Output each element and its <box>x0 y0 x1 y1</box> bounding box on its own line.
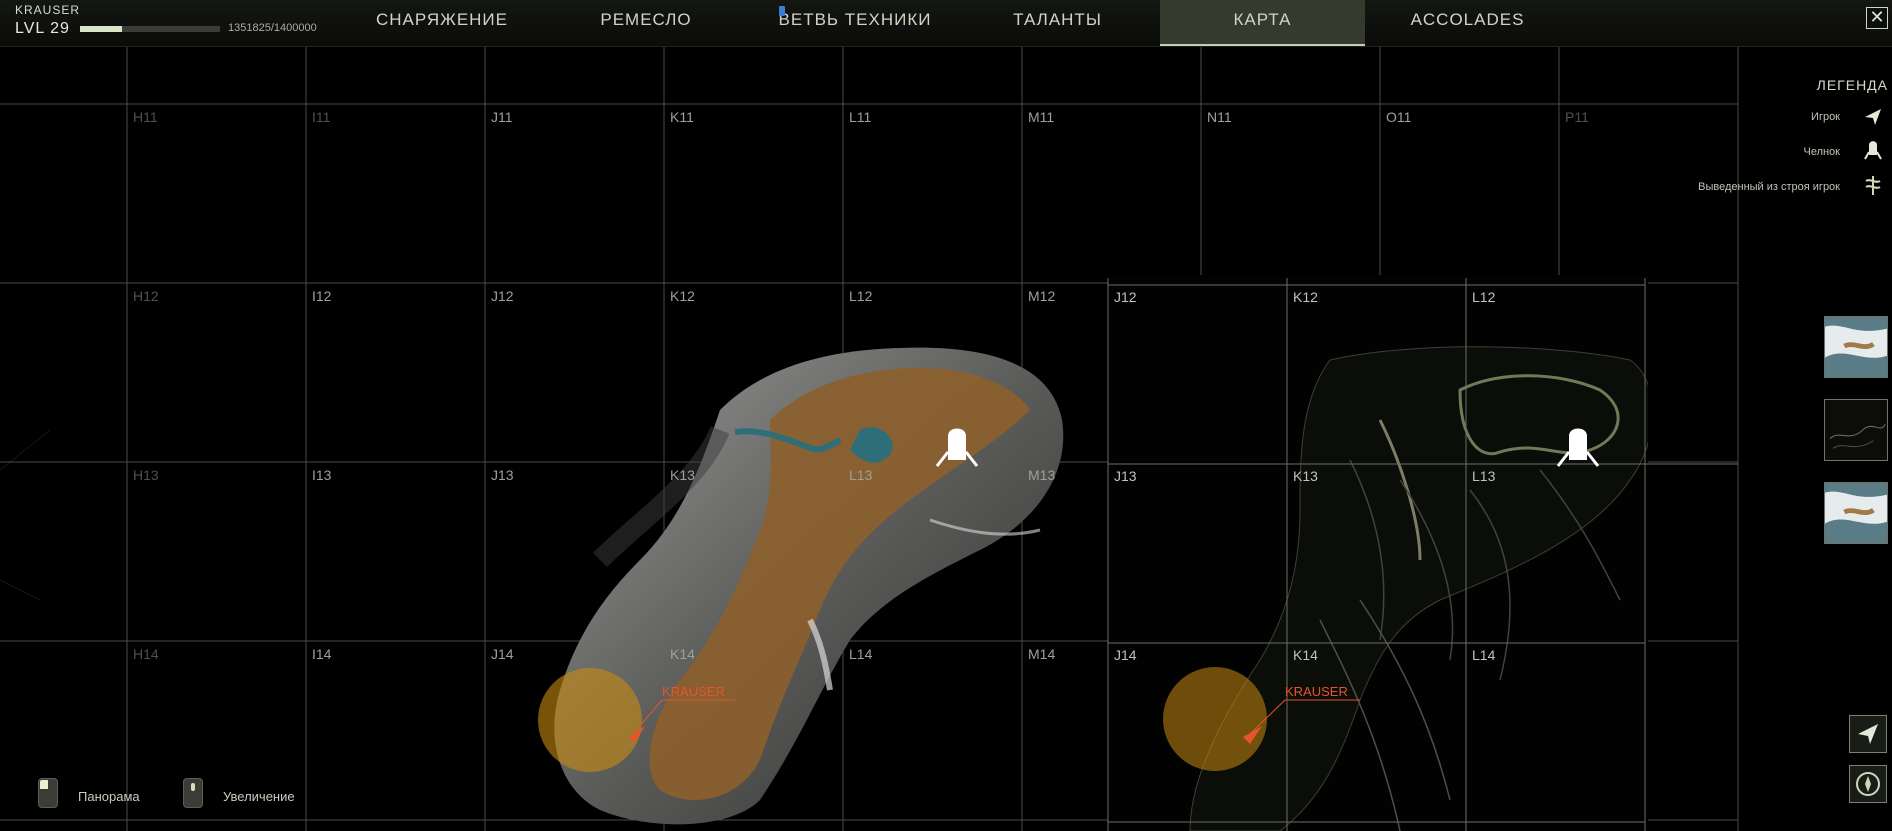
mouse-wheel-icon <box>183 778 203 808</box>
grid-label: I13 <box>312 467 332 483</box>
player-level: LVL 29 <box>15 20 70 37</box>
tab-crafting[interactable]: РЕМЕСЛО <box>576 0 716 46</box>
legend-item-player-label: Игрок <box>1811 111 1840 123</box>
grid-label: L14 <box>849 646 873 662</box>
grid-label: L14 <box>1472 647 1496 663</box>
grid-label: J13 <box>1114 468 1137 484</box>
grid-label: K13 <box>1293 468 1318 484</box>
grid-label: H13 <box>133 467 159 483</box>
grid-label: L12 <box>849 288 873 304</box>
player-name: KRAUSER <box>15 3 81 17</box>
downed-player-icon <box>1865 176 1881 195</box>
grid-label: M13 <box>1028 467 1055 483</box>
grid-label: J14 <box>1114 647 1137 663</box>
player-marker-label-minimap: KRAUSER <box>1285 684 1348 699</box>
notification-badge-icon <box>779 6 785 16</box>
search-zone-circle <box>538 668 642 772</box>
grid-label: K13 <box>670 467 695 483</box>
grid-label: K12 <box>670 288 695 304</box>
background-grid <box>0 429 51 601</box>
grid-label: L12 <box>1472 289 1496 305</box>
grid-label: P11 <box>1565 109 1589 125</box>
grid-label: I14 <box>312 646 332 662</box>
tab-talents[interactable]: ТАЛАНТЫ <box>990 0 1125 46</box>
island-terrain <box>554 347 1064 825</box>
grid-label: J12 <box>1114 289 1137 305</box>
grid-label: L13 <box>849 467 873 483</box>
grid-label: M12 <box>1028 288 1055 304</box>
search-zone-circle-minimap <box>1163 667 1267 771</box>
grid-label: I12 <box>312 288 332 304</box>
grid-label: M11 <box>1028 109 1054 125</box>
grid-label: N11 <box>1207 109 1232 125</box>
satellite-map-thumbnail-alt[interactable] <box>1824 482 1888 544</box>
tab-accolades[interactable]: ACCOLADES <box>1395 0 1540 46</box>
player-arrow-icon <box>1858 724 1878 744</box>
legend-item-shuttle-label: Челнок <box>1803 146 1840 158</box>
compass-icon <box>1856 772 1880 796</box>
close-button[interactable]: ✕ <box>1866 7 1888 29</box>
player-marker-label: KRAUSER <box>662 684 725 699</box>
grid-label: K11 <box>670 109 694 125</box>
satellite-map-thumbnail[interactable] <box>1824 316 1888 378</box>
xp-progress-bar <box>80 26 220 32</box>
grid-label: J12 <box>491 288 514 304</box>
grid-label: I11 <box>312 109 331 125</box>
grid-label: L11 <box>849 109 872 125</box>
grid-label: O11 <box>1386 109 1412 125</box>
center-on-player-button[interactable] <box>1849 715 1887 753</box>
player-arrow-icon <box>1865 109 1881 125</box>
top-bar: KRAUSER LVL 29 1351825/1400000 СНАРЯЖЕНИ… <box>0 0 1892 47</box>
shuttle-icon <box>1864 141 1882 160</box>
world-map[interactable]: KRAUSER KRAUSER H11 I11 J11 K11 L11 M11 … <box>0 46 1892 831</box>
tab-tech-tree[interactable]: ВЕТВЬ ТЕХНИКИ <box>765 0 945 46</box>
grid-label: K14 <box>1293 647 1318 663</box>
tab-gear[interactable]: СНАРЯЖЕНИЕ <box>360 0 524 46</box>
grid-label: H11 <box>133 109 158 125</box>
grid-label: K14 <box>670 646 695 662</box>
zoom-hint-label: Увеличение <box>223 789 295 804</box>
xp-text: 1351825/1400000 <box>228 22 317 34</box>
grid-label: J14 <box>491 646 514 662</box>
xp-progress-fill <box>80 26 122 32</box>
mouse-left-button-icon <box>38 778 58 808</box>
grid-label: K12 <box>1293 289 1318 305</box>
grid-label: J11 <box>491 109 513 125</box>
pan-hint-label: Панорама <box>78 789 140 804</box>
terrain-map-thumbnail[interactable] <box>1824 399 1888 461</box>
compass-button[interactable] <box>1849 765 1887 803</box>
grid-label: J13 <box>491 467 514 483</box>
legend-title: ЛЕГЕНДА <box>1816 77 1888 93</box>
grid-label: H12 <box>133 288 159 304</box>
grid-label: H14 <box>133 646 159 662</box>
grid-label: L13 <box>1472 468 1496 484</box>
legend-item-downed-label: Выведенный из строя игрок <box>1698 181 1840 193</box>
grid-label: M14 <box>1028 646 1055 662</box>
tab-map[interactable]: КАРТА <box>1160 0 1365 46</box>
